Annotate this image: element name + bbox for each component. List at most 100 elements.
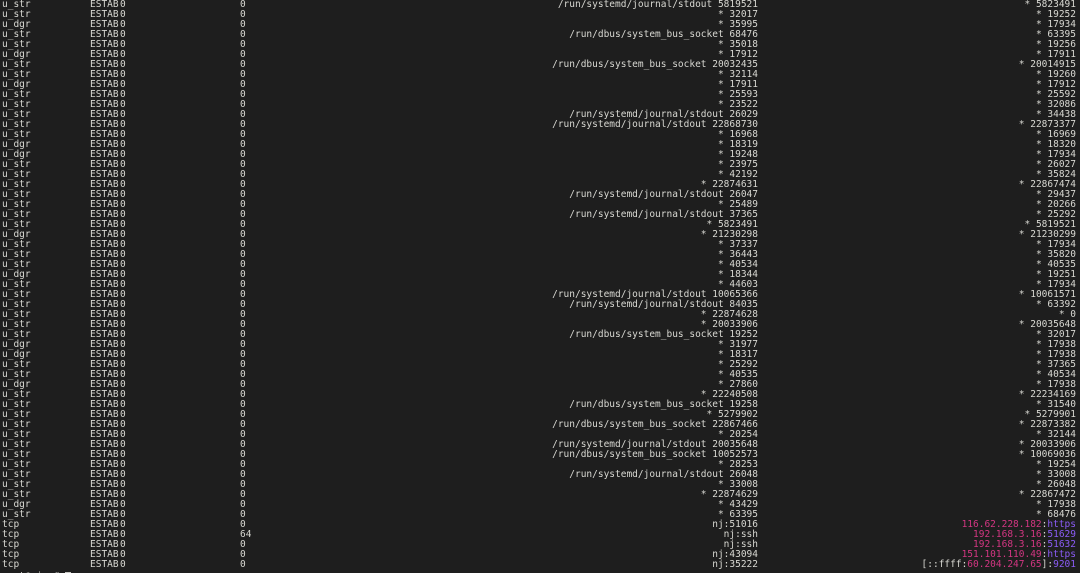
table-row: u_str ESTAB 0 0 * 36443 * 35820 xyxy=(0,250,1080,260)
cell-recvq: 0 xyxy=(120,509,126,520)
cell-sendq: 0 xyxy=(240,29,246,40)
cell-peer: * 32086 xyxy=(1035,99,1076,110)
cell-local: * 17911 xyxy=(717,79,758,90)
cell-recvq: 0 xyxy=(120,59,126,70)
table-row: u_str ESTAB 0 0/run/systemd/journal/stdout … xyxy=(0,110,1080,120)
table-row: tcp ESTAB 0 64 nj:ssh 192.168.3.16:51629 xyxy=(0,530,1080,540)
cell-peer: * 32017 xyxy=(1035,329,1076,340)
cell-sendq: 0 xyxy=(240,299,246,310)
cell-local: /run/dbus/system_bus_socket 19258 xyxy=(569,399,758,410)
cell-local: /run/dbus/system_bus_socket 68476 xyxy=(569,29,758,40)
cell-sendq: 0 xyxy=(240,189,246,200)
cell-local: * 33008 xyxy=(717,479,758,490)
table-row: u_str ESTAB 0 0 * 32114 * 19260 xyxy=(0,70,1080,80)
peer-port: 9201 xyxy=(1053,559,1076,570)
table-row: tcp ESTAB 0 0 nj:51016 116.62.228.182:https xyxy=(0,520,1080,530)
table-row: u_str ESTAB 0 0 * 22874628 * 0 xyxy=(0,310,1080,320)
cell-local: nj:35222 xyxy=(712,559,758,570)
cell-sendq: 0 xyxy=(240,119,246,130)
cell-sendq: 0 xyxy=(240,359,246,370)
cell-sendq: 0 xyxy=(240,319,246,330)
table-row: u_str ESTAB 0 0 * 35018 * 19256 xyxy=(0,40,1080,50)
cell-recvq: 0 xyxy=(120,289,126,300)
cell-sendq: 0 xyxy=(240,39,246,50)
cell-sendq: 0 xyxy=(240,149,246,160)
cell-recvq: 0 xyxy=(120,439,126,450)
table-row: u_str ESTAB 0 0/run/dbus/system_bus_socket … xyxy=(0,400,1080,410)
table-row: u_str ESTAB 0 0/run/systemd/journal/stdout … xyxy=(0,210,1080,220)
cell-peer: [::ffff:60.204.247.65]:9201 xyxy=(760,560,1076,570)
cell-recvq: 0 xyxy=(120,549,126,560)
table-row: u_str ESTAB 0 0 * 20033906 * 20035648 xyxy=(0,320,1080,330)
cell-local: * 40535 xyxy=(717,369,758,380)
cell-sendq: 0 xyxy=(240,259,246,270)
cell-local: * 37337 xyxy=(717,239,758,250)
table-row: u_str ESTAB 0 0 * 22240508 * 22234169 xyxy=(0,390,1080,400)
cell-sendq: 0 xyxy=(240,479,246,490)
cell-recvq: 0 xyxy=(120,239,126,250)
cell-recvq: 0 xyxy=(120,199,126,210)
cell-recvq: 0 xyxy=(120,319,126,330)
cell-recvq: 0 xyxy=(120,359,126,370)
cell-peer: * 20035648 xyxy=(1018,319,1076,330)
cell-peer: * 17938 xyxy=(1035,339,1076,350)
cell-peer: * 10061571 xyxy=(1018,289,1076,300)
cell-recvq: 0 xyxy=(120,459,126,470)
cell-local: /run/systemd/journal/stdout 84035 xyxy=(569,299,758,310)
cell-recvq: 0 xyxy=(120,309,126,320)
cell-peer: * 17934 xyxy=(1035,19,1076,30)
cell-recvq: 0 xyxy=(120,539,126,550)
cell-recvq: 0 xyxy=(120,339,126,350)
cell-recvq: 0 xyxy=(120,69,126,80)
cell-sendq: 0 xyxy=(240,79,246,90)
cell-sendq: 0 xyxy=(240,419,246,430)
terminal-window[interactable]: u_str ESTAB 0 0/run/systemd/journal/stdout … xyxy=(0,0,1080,573)
cell-recvq: 0 xyxy=(120,379,126,390)
cell-recvq: 0 xyxy=(120,159,126,170)
cell-sendq: 0 xyxy=(240,239,246,250)
cell-sendq: 0 xyxy=(240,549,246,560)
table-row: u_str ESTAB 0 0/run/dbus/system_bus_socket … xyxy=(0,420,1080,430)
cell-sendq: 0 xyxy=(240,379,246,390)
table-row: u_str ESTAB 0 0 * 37337 * 17934 xyxy=(0,240,1080,250)
table-row: u_str ESTAB 0 0 * 32017 * 19252 xyxy=(0,10,1080,20)
table-row: u_str ESTAB 0 0 * 22874631 * 22867474 xyxy=(0,180,1080,190)
cell-local: /run/systemd/journal/stdout 5819521 xyxy=(557,0,758,10)
cell-local: * 5823491 xyxy=(706,219,758,230)
cell-sendq: 0 xyxy=(240,439,246,450)
table-row: u_str ESTAB 0 0/run/dbus/system_bus_socket … xyxy=(0,330,1080,340)
cell-recvq: 0 xyxy=(120,559,126,570)
cell-recvq: 0 xyxy=(120,179,126,190)
table-row: u_str ESTAB 0 0 * 33008 * 26048 xyxy=(0,480,1080,490)
table-row: u_dgr ESTAB 0 0 * 18344 * 19251 xyxy=(0,270,1080,280)
cell-sendq: 0 xyxy=(240,0,246,10)
cell-local: * 18317 xyxy=(717,349,758,360)
cell-sendq: 0 xyxy=(240,469,246,480)
cell-sendq: 0 xyxy=(240,309,246,320)
table-row: u_str ESTAB 0 0 * 28253 * 19254 xyxy=(0,460,1080,470)
cell-local: * 21230298 xyxy=(700,229,758,240)
cell-sendq: 0 xyxy=(240,399,246,410)
cell-local: * 22874629 xyxy=(700,489,758,500)
cell-recvq: 0 xyxy=(120,229,126,240)
cell-local: * 42192 xyxy=(717,169,758,180)
cell-peer: * 17938 xyxy=(1035,349,1076,360)
cell-local: * 36443 xyxy=(717,249,758,260)
cell-recvq: 0 xyxy=(120,429,126,440)
cell-sendq: 0 xyxy=(240,269,246,280)
cell-recvq: 0 xyxy=(120,149,126,160)
cell-sendq: 0 xyxy=(240,389,246,400)
cell-recvq: 0 xyxy=(120,189,126,200)
cell-recvq: 0 xyxy=(120,169,126,180)
cell-recvq: 0 xyxy=(120,529,126,540)
cell-local: nj:ssh xyxy=(723,529,758,540)
cell-sendq: 0 xyxy=(240,229,246,240)
cell-recvq: 0 xyxy=(120,389,126,400)
cell-recvq: 0 xyxy=(120,269,126,280)
cell-sendq: 0 xyxy=(240,559,246,570)
cell-peer: * 21230299 xyxy=(1018,229,1076,240)
cell-local: * 31977 xyxy=(717,339,758,350)
cell-sendq: 0 xyxy=(240,279,246,290)
cell-sendq: 0 xyxy=(240,209,246,220)
cell-sendq: 0 xyxy=(240,289,246,300)
